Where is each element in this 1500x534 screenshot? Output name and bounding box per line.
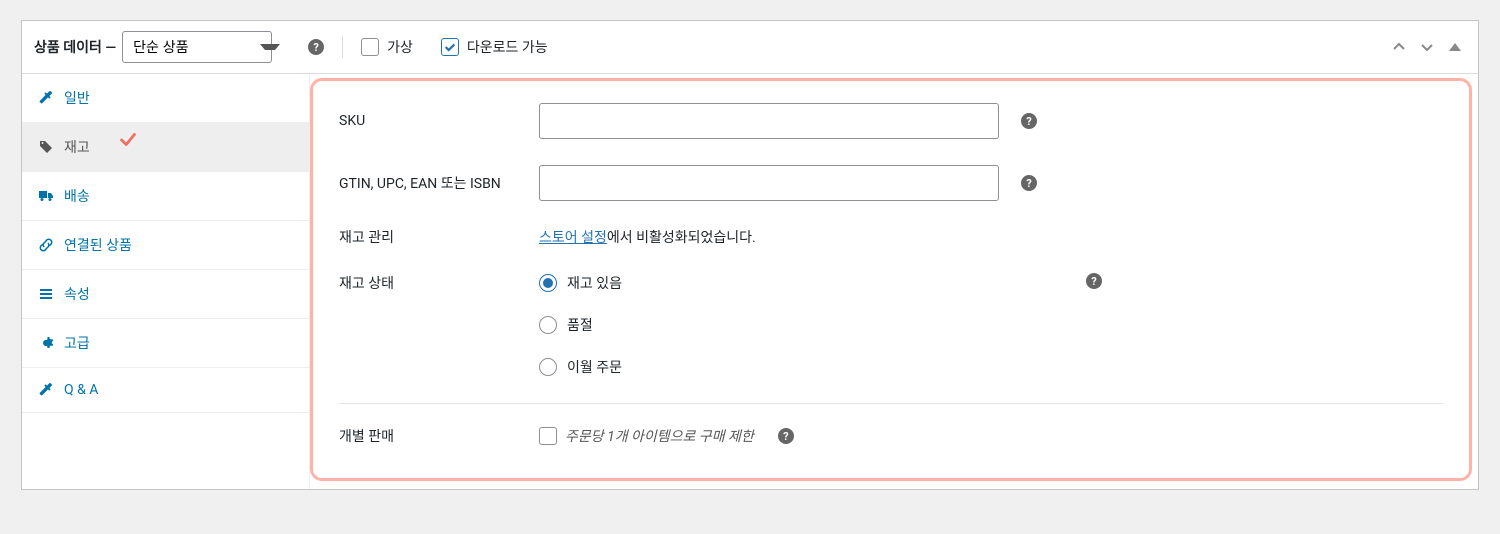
radio-label: 품절: [567, 315, 593, 335]
sidebar-item-label: 배송: [64, 186, 90, 206]
truck-icon: [38, 188, 54, 204]
sidebar-item-advanced[interactable]: 고급: [22, 319, 309, 368]
wrench-icon: [38, 382, 54, 398]
sidebar-item-label: Q & A: [64, 382, 98, 398]
list-icon: [38, 286, 54, 302]
sidebar: 일반 재고 배송 연결된 상품: [22, 74, 310, 489]
gear-icon: [38, 335, 54, 351]
radio-instock[interactable]: 재고 있음: [539, 273, 622, 293]
sku-input[interactable]: [539, 103, 999, 139]
radio-outofstock[interactable]: 품절: [539, 315, 622, 335]
content-area: SKU ? GTIN, UPC, EAN 또는 ISBN ? 재고 관리 스토어…: [310, 78, 1472, 481]
product-data-panel: 상품 데이터 — 단순 상품 ? 가상 다운로드 가능: [21, 20, 1479, 490]
move-down-button[interactable]: [1416, 36, 1438, 58]
sidebar-item-label: 속성: [64, 284, 90, 304]
wrench-icon: [38, 90, 54, 106]
move-up-button[interactable]: [1388, 36, 1410, 58]
radio-input[interactable]: [539, 274, 557, 292]
product-type-select-wrap: 단순 상품: [122, 31, 290, 63]
sku-label: SKU: [339, 113, 525, 129]
tag-icon: [38, 139, 54, 155]
sold-individually-checkbox-label: 주문당 1개 아이템으로 구매 제한: [565, 426, 754, 446]
gtin-label: GTIN, UPC, EAN 또는 ISBN: [339, 173, 525, 193]
downloadable-checkbox-wrap[interactable]: 다운로드 가능: [441, 37, 548, 57]
stock-status-radio-group: 재고 있음 품절 이월 주문: [539, 273, 622, 377]
sidebar-item-label: 일반: [64, 88, 90, 108]
sidebar-item-inventory[interactable]: 재고: [22, 123, 309, 172]
sidebar-item-qa[interactable]: Q & A: [22, 368, 309, 413]
help-icon[interactable]: ?: [1086, 273, 1102, 289]
stock-mgmt-text: 스토어 설정에서 비활성화되었습니다.: [539, 227, 756, 247]
help-icon[interactable]: ?: [1021, 113, 1037, 129]
virtual-checkbox[interactable]: [361, 38, 379, 56]
toggle-button[interactable]: [1444, 36, 1466, 58]
help-icon[interactable]: ?: [1021, 175, 1037, 191]
divider: [339, 403, 1443, 404]
sidebar-item-label: 고급: [64, 333, 90, 353]
triangle-up-icon: [1449, 43, 1461, 51]
radio-onbackorder[interactable]: 이월 주문: [539, 357, 622, 377]
hand-annotation-icon: [117, 129, 139, 157]
sold-individually-checkbox[interactable]: [539, 427, 557, 445]
sidebar-item-general[interactable]: 일반: [22, 74, 309, 123]
panel-body: 일반 재고 배송 연결된 상품: [22, 74, 1478, 489]
virtual-label: 가상: [387, 37, 413, 57]
link-icon: [38, 237, 54, 253]
sidebar-item-label: 연결된 상품: [64, 235, 132, 255]
sidebar-item-shipping[interactable]: 배송: [22, 172, 309, 221]
gtin-row: GTIN, UPC, EAN 또는 ISBN ?: [339, 165, 1443, 201]
stock-mgmt-label: 재고 관리: [339, 227, 525, 247]
radio-label: 이월 주문: [567, 357, 622, 377]
help-icon[interactable]: ?: [778, 428, 794, 444]
radio-input[interactable]: [539, 316, 557, 334]
store-settings-link[interactable]: 스토어 설정: [539, 230, 607, 246]
stock-mgmt-suffix: 에서 비활성화되었습니다.: [607, 230, 756, 246]
stock-mgmt-row: 재고 관리 스토어 설정에서 비활성화되었습니다.: [339, 227, 1443, 247]
sidebar-item-attributes[interactable]: 속성: [22, 270, 309, 319]
radio-label: 재고 있음: [567, 273, 622, 293]
header-actions: [1388, 36, 1466, 58]
downloadable-label: 다운로드 가능: [467, 37, 548, 57]
panel-header: 상품 데이터 — 단순 상품 ? 가상 다운로드 가능: [22, 21, 1478, 74]
downloadable-checkbox[interactable]: [441, 38, 459, 56]
sold-individually-label: 개별 판매: [339, 426, 525, 446]
stock-status-row: 재고 상태 재고 있음 품절 이월 주문: [339, 273, 1443, 377]
sidebar-item-label: 재고: [64, 137, 90, 157]
sold-individually-row: 개별 판매 주문당 1개 아이템으로 구매 제한 ?: [339, 426, 1443, 446]
product-type-select[interactable]: 단순 상품: [122, 31, 272, 63]
help-icon[interactable]: ?: [308, 39, 324, 55]
stock-status-label: 재고 상태: [339, 273, 525, 293]
sku-row: SKU ?: [339, 103, 1443, 139]
radio-input[interactable]: [539, 358, 557, 376]
sidebar-item-linked[interactable]: 연결된 상품: [22, 221, 309, 270]
divider: [342, 36, 343, 58]
gtin-input[interactable]: [539, 165, 999, 201]
sold-individually-checkbox-wrap[interactable]: 주문당 1개 아이템으로 구매 제한: [539, 426, 754, 446]
virtual-checkbox-wrap[interactable]: 가상: [361, 37, 413, 57]
panel-title: 상품 데이터 —: [34, 37, 116, 57]
